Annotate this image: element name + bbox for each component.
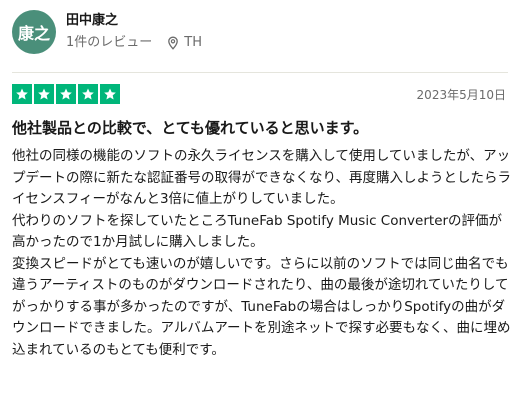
review-paragraph: 代わりのソフトを探していたところTuneFab Spotify Music Co… <box>12 212 503 251</box>
review-date: 2023年5月10日 <box>416 87 506 102</box>
location-pin-icon <box>166 36 180 50</box>
divider <box>12 72 508 73</box>
review-title[interactable]: 他社製品との比較で、とても優れていると思います。 <box>12 118 508 138</box>
rating-row: 2023年5月10日 <box>12 84 508 104</box>
review-count: 1件のレビュー <box>66 35 153 50</box>
avatar[interactable]: 康之 <box>12 10 56 54</box>
star-icon <box>100 84 120 104</box>
star-icon <box>78 84 98 104</box>
star-icon <box>56 84 76 104</box>
review-card: 康之 田中康之 1件のレビュー TH 2023年5月10日 他社製品との比較で、… <box>0 0 520 400</box>
reviewer-location: TH <box>184 35 202 50</box>
reviewer-meta: 1件のレビュー TH <box>66 34 202 52</box>
star-icon <box>34 84 54 104</box>
reviewer-name[interactable]: 田中康之 <box>66 12 202 30</box>
review-paragraph: 他社の同様の機能のソフトの永久ライセンスを購入して使用していましたが、アップデー… <box>12 148 511 207</box>
reviewer-header: 康之 田中康之 1件のレビュー TH <box>12 8 202 56</box>
star-icon <box>12 84 32 104</box>
review-body: 他社の同様の機能のソフトの永久ライセンスを購入して使用していましたが、アップデー… <box>12 146 512 361</box>
star-rating <box>12 84 120 104</box>
review-paragraph: 変換スピードがとても速いのが嬉しいです。さらに以前のソフトでは同じ曲名でも違うア… <box>12 255 511 358</box>
reviewer-info: 田中康之 1件のレビュー TH <box>66 12 202 52</box>
